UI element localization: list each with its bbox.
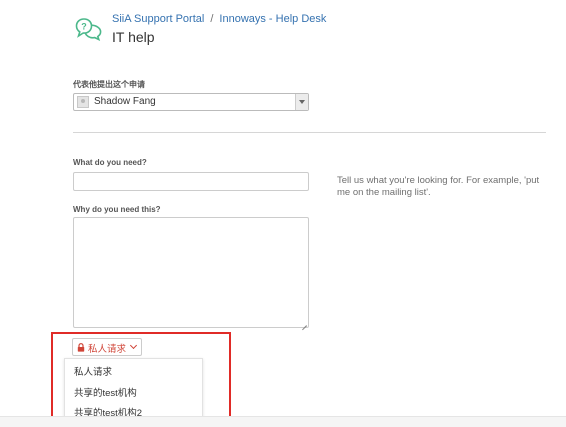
need-help-text: Tell us what you're looking for. For exa… <box>337 175 540 198</box>
lock-icon <box>77 343 85 352</box>
breadcrumb-desk-link[interactable]: Innoways - Help Desk <box>219 13 326 25</box>
why-textarea[interactable] <box>73 217 309 328</box>
need-input[interactable] <box>73 172 309 191</box>
on-behalf-label: 代表他提出这个申请 <box>73 80 145 89</box>
breadcrumb-separator: / <box>210 13 214 25</box>
footer-strip <box>0 416 566 427</box>
on-behalf-select[interactable]: Shadow Fang <box>73 93 309 111</box>
resize-handle-icon[interactable] <box>301 320 307 326</box>
need-label: What do you need? <box>73 158 147 167</box>
share-with-dropdown-button[interactable]: 私人请求 <box>72 338 142 356</box>
dropdown-arrow-icon[interactable] <box>295 94 308 110</box>
svg-text:?: ? <box>81 22 87 32</box>
avatar <box>77 96 89 108</box>
menu-item-shared-test-org[interactable]: 共享的test机构 <box>74 385 137 399</box>
breadcrumb-portal-link[interactable]: SiiA Support Portal <box>112 13 204 25</box>
portal-help-icon: ? <box>75 18 102 41</box>
chevron-down-icon <box>129 341 138 350</box>
why-label: Why do you need this? <box>73 205 161 214</box>
on-behalf-value: Shadow Fang <box>94 96 156 107</box>
section-divider <box>73 132 546 133</box>
menu-item-private[interactable]: 私人请求 <box>74 364 112 378</box>
share-selected-label: 私人请求 <box>88 344 127 355</box>
breadcrumb: SiiA Support Portal / Innoways - Help Desk <box>112 13 326 25</box>
share-dropdown-menu: 私人请求 共享的test机构 共享的test机构2 <box>64 358 203 422</box>
page-title: IT help <box>112 29 155 45</box>
